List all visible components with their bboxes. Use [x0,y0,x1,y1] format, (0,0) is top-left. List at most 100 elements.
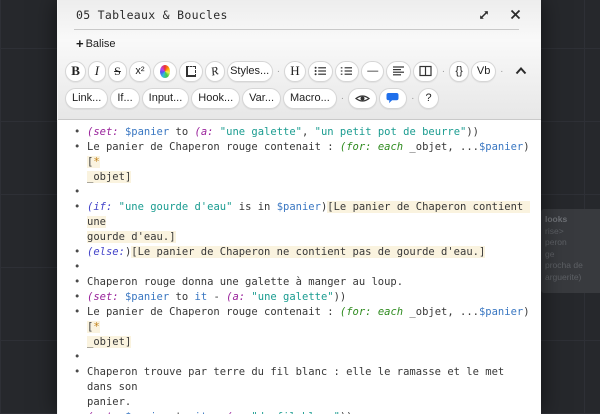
link-button[interactable]: Link... [65,88,108,109]
styles-button-label: Styles... [230,65,269,77]
speech-bubble-icon [386,92,400,104]
tag-bar: + Balise [58,30,541,57]
add-tag-button[interactable]: + Balise [76,37,116,50]
code-line: •(set: $panier to (a: "une galette", "un… [78,125,531,140]
collapse-toolbar-button[interactable] [510,61,534,82]
maximize-button[interactable] [474,7,494,23]
title-bar: 05 Tableaux & Boucles [58,0,541,29]
background-card-line: peron [545,237,600,249]
background-card-line: procha de [545,260,600,272]
passage-editor-dialog: 05 Tableaux & Boucles [57,0,541,414]
toolbar-separator: · [498,66,505,77]
passage-text-editor[interactable]: •(set: $panier to (a: "une galette", "un… [58,120,541,414]
italic-button-label: I [95,63,99,79]
macro-button-label: Macro... [290,92,330,104]
if-button[interactable]: If... [110,88,139,109]
line-bullet: • [74,260,80,275]
code-line: _objet] [78,170,531,185]
styles-button[interactable]: Styles... [227,61,273,82]
bulleted-list-icon [314,65,327,77]
hook-button[interactable]: Hook... [191,88,240,109]
code-line: _objet] [78,335,531,350]
line-bullet: • [74,185,80,200]
close-button[interactable] [506,7,525,22]
code-line: • [78,185,531,200]
input-button[interactable]: Input... [142,88,190,109]
macro-button[interactable]: Macro... [283,88,337,109]
code-line: • [78,260,531,275]
plus-icon: + [76,37,84,50]
passage-title: 05 Tableaux & Boucles [76,8,462,22]
bold-button[interactable]: B [65,61,86,82]
toolbar-separator: · [440,66,447,77]
line-bullet: • [74,245,80,260]
var-button[interactable]: Var... [242,88,281,109]
line-bullet: • [74,350,80,365]
hook-button-label: Hook... [198,92,233,104]
help-button-label: ? [425,92,431,104]
line-bullet: • [74,125,80,140]
code-line: •Chaperon trouve par terre du fil blanc … [78,365,531,395]
superscript-button-label: x² [135,65,144,77]
comment-button[interactable] [379,88,407,109]
heading-button[interactable]: H [284,61,306,82]
code-line: •(set: $panier to it + (a: "du fil blanc… [78,410,531,414]
toolbar-separator: · [275,66,282,77]
columns-icon [419,65,432,77]
numbered-list-button[interactable] [335,61,360,82]
background-passage-card-text: rise>perongeprocha dearguerite) [545,226,600,284]
rotate-text-button[interactable]: R [205,61,225,82]
collapse-button-label: {} [455,65,462,77]
line-bullet: • [74,140,80,155]
line-bullet: • [74,365,80,380]
toolbar-separator: · [339,93,346,104]
verbatim-button[interactable]: Vb [471,61,496,82]
strikethrough-button[interactable]: S [108,61,128,82]
expand-icon [478,9,490,21]
horizontal-rule-button[interactable]: — [361,61,384,82]
code-line: •(else:)[Le panier de Chaperon ne contie… [78,245,531,260]
code-line: panier. [78,395,531,410]
code-line: •Le panier de Chaperon rouge contenait :… [78,140,531,170]
preview-button[interactable] [348,88,377,109]
var-button-label: Var... [249,92,274,104]
numbered-list-icon [340,65,353,77]
code-line: •(set: $panier to it - (a: "une galette"… [78,290,531,305]
columns-button[interactable] [413,61,438,82]
line-bullet: • [74,290,80,305]
color-wheel-icon [160,65,171,78]
verbatim-button-label: Vb [477,65,490,77]
heading-button-label: H [290,63,299,79]
input-button-label: Input... [149,92,183,104]
formatting-toolbar: BISx² R Styles... · H — · {} Vb · Link... If... Inp… [58,57,541,119]
line-bullet: • [74,410,80,414]
line-bullet: • [74,200,80,215]
chevron-up-icon [514,66,528,76]
horizontal-rule-button-label: — [367,65,378,77]
background-card-line: ge [545,249,600,261]
dashed-box-icon [186,66,195,77]
alignment-button[interactable] [386,61,411,82]
background-card-line: rise> [545,226,600,238]
code-line: gourde d'eau.] [78,230,531,245]
alignment-icon [392,65,405,77]
text-color-button[interactable] [153,61,178,82]
italic-button[interactable]: I [88,61,106,82]
code-line: • [78,350,531,365]
close-icon [510,9,521,20]
bulleted-list-button[interactable] [308,61,333,82]
if-button-label: If... [117,92,132,104]
toolbar-separator: · [409,93,416,104]
collapse-button[interactable]: {} [449,61,469,82]
border-button[interactable] [179,61,202,82]
add-tag-label: Balise [86,38,116,50]
link-button-label: Link... [72,92,101,104]
line-bullet: • [74,305,80,320]
code-line: •(if: "une gourde d'eau" is in $panier)[… [78,200,531,230]
eye-icon [355,93,370,104]
background-passage-card: looks rise>perongeprocha dearguerite) [541,209,600,293]
code-line: •Le panier de Chaperon rouge contenait :… [78,305,531,335]
dialog-header: 05 Tableaux & Boucles [58,0,541,120]
help-button[interactable]: ? [418,88,438,109]
superscript-button[interactable]: x² [129,61,151,82]
